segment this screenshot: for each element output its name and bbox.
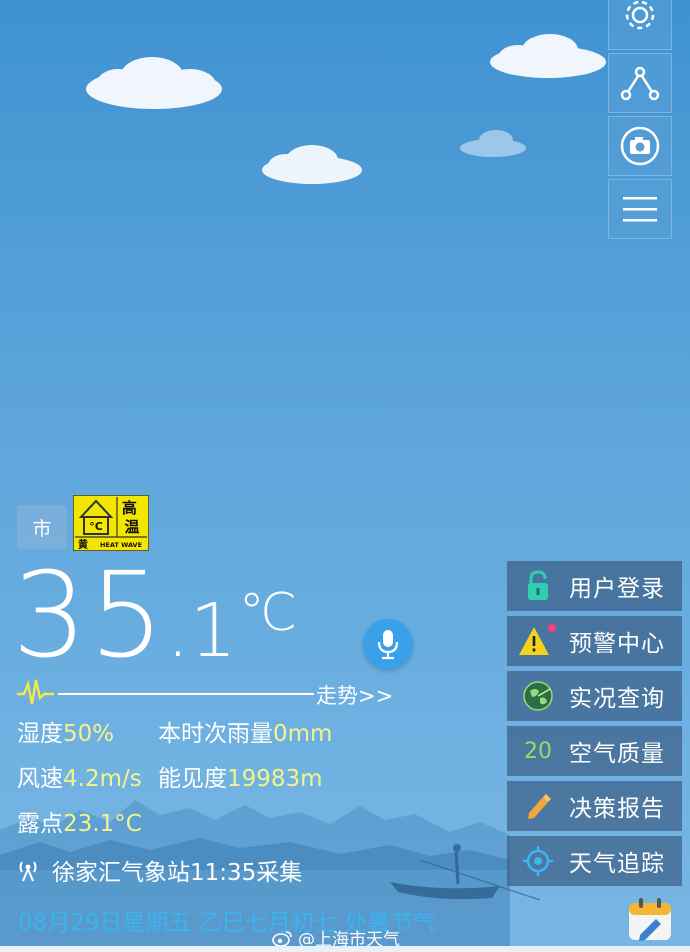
warning-badge-type: 高 温	[122, 499, 142, 536]
menu-weather-tracking-label: 天气追踪	[569, 851, 665, 877]
pulse-icon	[17, 679, 54, 705]
trend-divider	[58, 693, 314, 695]
dewpoint-metric: 露点23.1°C	[17, 804, 142, 838]
menu-warning-center[interactable]: 预警中心	[507, 616, 682, 666]
current-temperature: 35.1℃	[12, 556, 297, 674]
pencil-icon	[528, 794, 551, 819]
share-icon	[620, 66, 660, 101]
aqi-value: 20	[524, 738, 552, 764]
main-menu-button[interactable]	[608, 179, 672, 239]
humidity-value: 50%	[63, 721, 115, 747]
temperature-unit: ℃	[238, 583, 298, 643]
warning-icon	[519, 624, 556, 655]
temperature-integer: 35	[12, 546, 167, 684]
menu-weather-tracking[interactable]: 天气追踪	[507, 836, 682, 886]
cloud-decoration	[460, 130, 526, 157]
camera-icon	[620, 126, 660, 166]
humidity-label: 湿度	[17, 721, 63, 747]
lock-icon	[528, 570, 548, 600]
target-icon	[523, 846, 553, 876]
settings-button[interactable]	[608, 0, 672, 50]
cloud-decoration	[490, 34, 606, 78]
warning-badge-symbol: °C	[89, 520, 103, 533]
city-chip[interactable]: 市	[17, 505, 67, 549]
menu-decision-report-label: 决策报告	[569, 796, 665, 822]
top-right-toolbar	[608, 0, 672, 242]
share-button[interactable]	[608, 53, 672, 113]
trend-link[interactable]: 走势>>	[316, 680, 393, 710]
menu-live-query[interactable]: 实况查询	[507, 671, 682, 721]
menu-user-login[interactable]: 用户登录	[507, 561, 682, 611]
city-chip-label: 市	[32, 517, 52, 540]
temperature-decimal: .1	[166, 588, 237, 674]
weibo-icon	[272, 930, 292, 947]
warning-badge-type-2: 温	[124, 518, 139, 536]
trend-row[interactable]: 走势>>	[16, 676, 396, 710]
dewpoint-label: 露点	[17, 811, 63, 837]
warning-badge-type-1: 高	[122, 499, 137, 517]
menu-user-login-label: 用户登录	[569, 576, 665, 602]
menu-icon	[623, 197, 657, 222]
rain-metric: 本时次雨量0mm	[158, 714, 332, 748]
bottom-strip	[0, 946, 690, 952]
radar-globe-icon	[523, 681, 553, 711]
antenna-icon	[19, 861, 37, 882]
camera-button[interactable]	[608, 116, 672, 176]
menu-live-query-label: 实况查询	[569, 686, 665, 712]
gear-icon	[625, 0, 655, 30]
rain-label: 本时次雨量	[158, 721, 273, 747]
station-info[interactable]: 徐家汇气象站11:35采集	[16, 853, 302, 887]
rain-value: 0mm	[273, 721, 333, 747]
heat-wave-warning-badge[interactable]: °C 高 温 黄 HEAT WAVE	[73, 495, 149, 551]
microphone-icon	[377, 630, 399, 660]
cloud-decoration	[262, 145, 362, 184]
calendar-icon[interactable]	[626, 895, 674, 943]
station-text: 徐家汇气象站11:35采集	[52, 860, 303, 886]
function-menu: 用户登录 预警中心 实况查询 20 空气质量 决策报告 天气追踪	[507, 561, 682, 891]
dewpoint-value: 23.1°C	[63, 811, 142, 837]
menu-warning-center-label: 预警中心	[569, 631, 665, 657]
cloud-decoration	[86, 57, 222, 109]
menu-air-quality-label: 空气质量	[569, 741, 665, 767]
humidity-metric: 湿度50%	[17, 714, 114, 748]
menu-air-quality[interactable]: 20 空气质量	[507, 726, 682, 776]
voice-button[interactable]	[363, 619, 413, 669]
menu-decision-report[interactable]: 决策报告	[507, 781, 682, 831]
